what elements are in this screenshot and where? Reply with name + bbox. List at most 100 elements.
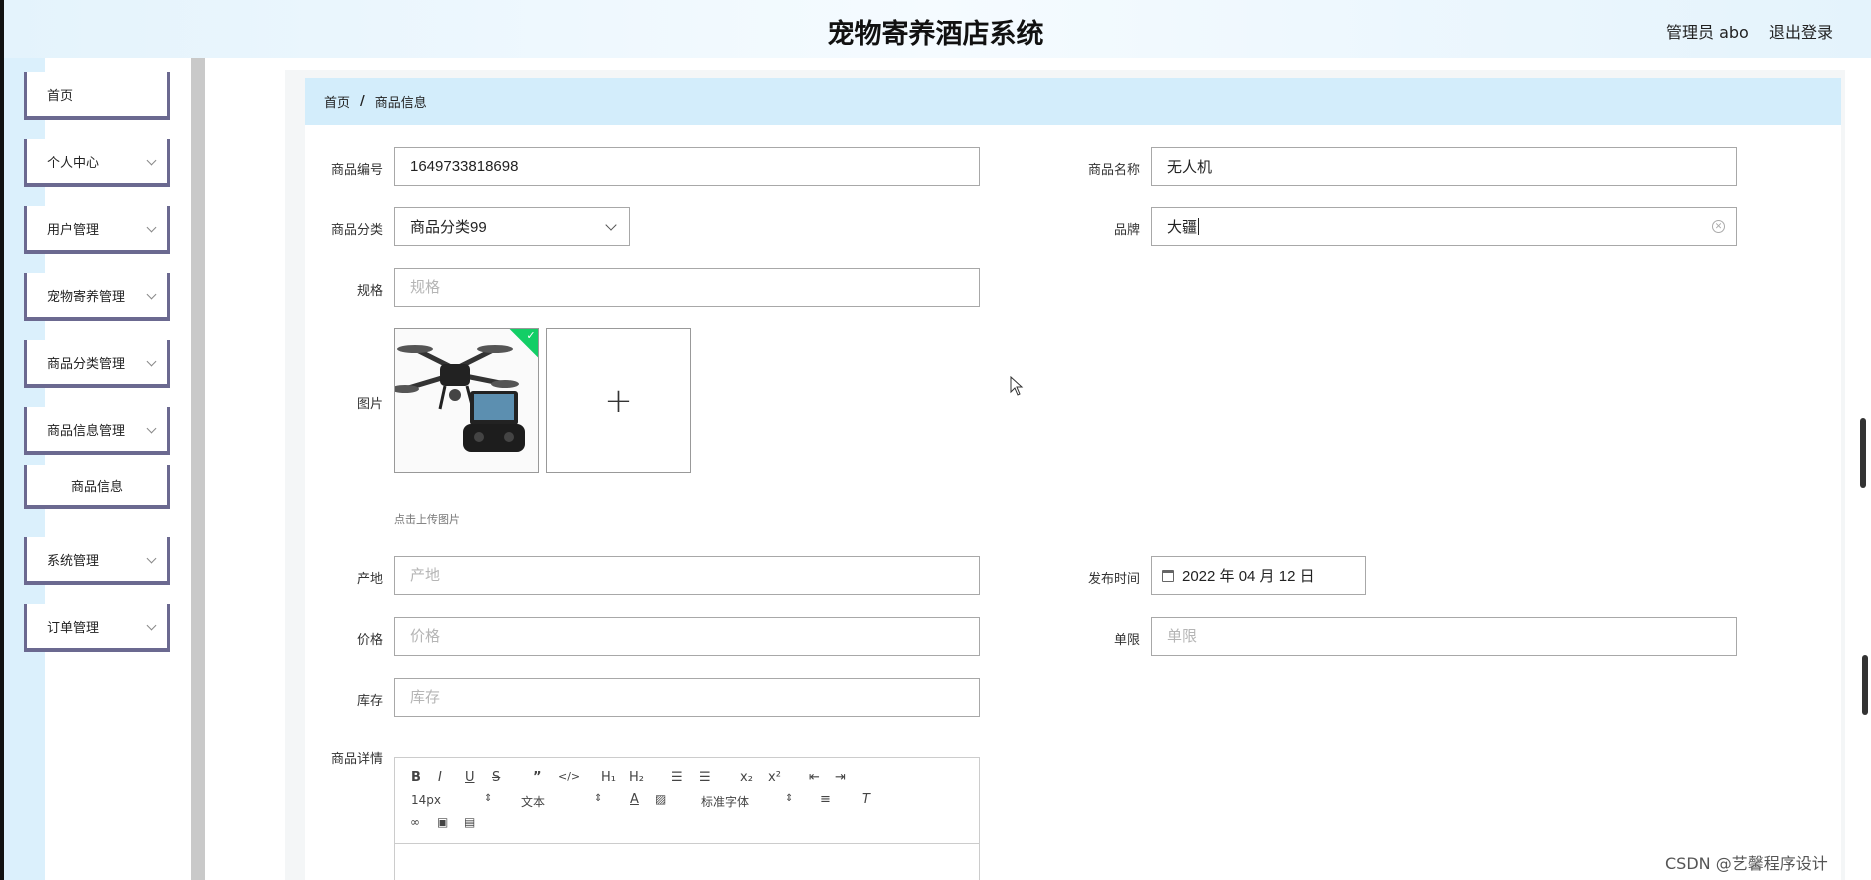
category-value: 商品分类99 [410,219,487,236]
origin-input[interactable] [410,557,979,594]
drone-image [395,329,538,472]
upload-image-button[interactable]: + [546,328,691,473]
category-select[interactable]: 商品分类99 [394,207,630,246]
paragraph-arrows-icon[interactable]: ⇕ [594,793,602,804]
brand-label: 品牌 [1113,223,1140,238]
heading2-icon[interactable]: H₂ [629,770,644,785]
chevron-down-icon [146,356,157,367]
background-color-icon[interactable]: ▨ [655,792,666,806]
publish-date-value: 2022 年 04 月 12 日 [1182,568,1315,585]
subscript-icon[interactable]: x₂ [740,770,753,785]
clear-icon[interactable]: ✕ [1712,220,1725,233]
chevron-down-icon [605,219,617,231]
mouse-cursor-icon [1010,376,1024,396]
spec-field[interactable] [394,268,980,307]
chevron-down-icon [146,423,157,434]
sidebar-item-label: 用户管理 [47,222,100,238]
breadcrumb-home[interactable]: 首页 [324,92,350,111]
price-field[interactable] [394,617,980,656]
upload-hint: 点击上传图片 [394,513,460,526]
publish-date-label: 发布时间 [1087,572,1140,587]
uploaded-image-thumbnail[interactable]: ✓ [394,328,539,473]
spec-input[interactable] [410,269,979,306]
stock-field[interactable] [394,678,980,717]
logout-button[interactable]: 退出登录 [1769,19,1833,43]
price-input[interactable] [410,618,979,655]
strikethrough-icon[interactable]: S [492,770,500,785]
paragraph-select[interactable]: 文本 [521,793,545,810]
video-icon[interactable]: ▤ [464,815,475,829]
indent-icon[interactable]: ⇥ [835,770,846,785]
sidebar-item-label: 宠物寄养管理 [47,289,126,305]
limit-field[interactable] [1151,617,1737,656]
code-block-icon[interactable]: </> [558,770,580,783]
category-label: 商品分类 [330,223,383,238]
sidebar-item-order-management[interactable]: 订单管理 [24,604,170,652]
chevron-down-icon [146,222,157,233]
header: 宠物寄养酒店系统 管理员 abo 退出登录 [0,0,1871,58]
brand-value: 大疆 [1167,219,1198,236]
watermark: CSDN @艺馨程序设计 [1665,854,1828,873]
check-icon: ✓ [526,328,536,342]
font-size-select[interactable]: 14px [411,793,441,807]
bold-icon[interactable]: B [411,770,421,785]
sidebar-item-product-info-management[interactable]: 商品信息管理 [24,407,170,455]
calendar-icon [1162,569,1174,582]
sidebar-item-label: 个人中心 [47,155,100,171]
sidebar-item-label: 系统管理 [47,553,100,569]
name-label: 商品名称 [1087,163,1140,178]
align-icon[interactable]: ≡ [820,792,831,807]
font-family-select[interactable]: 标准字体 [701,793,749,810]
page-scrollbar-thumb[interactable] [1862,655,1868,715]
sidebar-item-personal-center[interactable]: 个人中心 [24,139,170,187]
page-scrollbar[interactable] [1860,418,1866,488]
text-color-icon[interactable]: A [630,792,639,807]
rich-text-editor[interactable]: B I U S ” </> H₁ H₂ ☰ ☰ x₂ x² ⇤ ⇥ 14px ⇕… [394,757,980,880]
superscript-icon[interactable]: x² [768,770,781,785]
stock-input[interactable] [410,679,979,716]
font-size-arrows-icon[interactable]: ⇕ [484,793,492,804]
spec-label: 规格 [356,284,383,299]
chevron-down-icon [146,155,157,166]
sidebar-item-system-management[interactable]: 系统管理 [24,537,170,585]
brand-input[interactable]: 大疆 ✕ [1151,207,1737,246]
limit-label: 单限 [1113,633,1140,648]
heading1-icon[interactable]: H₁ [601,770,616,785]
chevron-down-icon [146,553,157,564]
ordered-list-icon[interactable]: ☰ [671,770,683,785]
limit-input[interactable] [1167,618,1736,655]
outdent-icon[interactable]: ⇤ [809,770,820,785]
code-input[interactable]: 1649733818698 [394,147,980,186]
name-input[interactable]: 无人机 [1151,147,1737,186]
origin-field[interactable] [394,556,980,595]
breadcrumb-separator: / [360,94,365,109]
sidebar-item-pet-boarding[interactable]: 宠物寄养管理 [24,273,170,321]
sidebar-scrollbar[interactable] [191,58,205,880]
clear-format-icon[interactable]: T [862,792,870,807]
plus-icon: + [604,380,633,421]
blockquote-icon[interactable]: ” [533,770,542,785]
publish-date-picker[interactable]: 2022 年 04 月 12 日 [1151,556,1366,595]
bullet-list-icon[interactable]: ☰ [699,770,711,785]
text-caret [1198,218,1200,235]
sidebar-item-product-category[interactable]: 商品分类管理 [24,340,170,388]
name-value: 无人机 [1167,159,1213,176]
sidebar-item-home[interactable]: 首页 [24,72,170,120]
sidebar-subitem-product-info[interactable]: 商品信息 [24,465,170,509]
stock-label: 库存 [356,694,383,709]
sidebar-item-user-management[interactable]: 用户管理 [24,206,170,254]
current-user: 管理员 abo [1666,23,1749,42]
price-label: 价格 [356,633,383,648]
underline-icon[interactable]: U [465,770,475,785]
code-value: 1649733818698 [410,158,519,175]
image-icon[interactable]: ▣ [437,815,448,829]
sidebar-item-label: 订单管理 [47,620,100,636]
font-family-arrows-icon[interactable]: ⇕ [785,793,793,804]
origin-label: 产地 [356,572,383,587]
italic-icon[interactable]: I [438,770,442,785]
link-icon[interactable]: ∞ [410,815,420,829]
window-edge [0,0,4,880]
breadcrumb: 首页 / 商品信息 [305,78,1841,125]
chevron-down-icon [146,620,157,631]
sidebar-item-label: 商品信息 [70,479,123,495]
